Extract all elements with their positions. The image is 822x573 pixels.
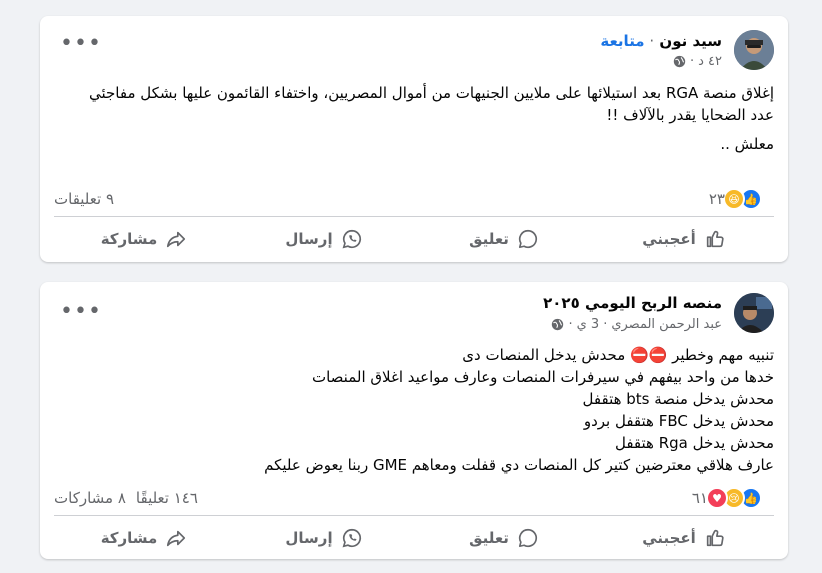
- comment-label: تعليق: [469, 529, 509, 547]
- post-card: منصه الربح اليومي ٢٠٢٥ عبد الرحمن المصري…: [40, 282, 788, 559]
- share-label: مشاركة: [100, 529, 158, 547]
- like-button[interactable]: أعجبني: [594, 516, 774, 560]
- reactions-count: ٦١: [691, 489, 708, 507]
- whatsapp-send-icon: [342, 229, 361, 249]
- share-label: مشاركة: [100, 230, 158, 248]
- reactions-summary[interactable]: 👍 😢 ♥ ٦١: [692, 487, 762, 509]
- post-line: محدش يدخل FBC هتقفل بردو: [583, 412, 774, 430]
- like-icon: [706, 529, 724, 547]
- comment-button[interactable]: تعليق: [414, 217, 594, 261]
- post-line: إغلاق منصة RGA بعد استيلائها على ملايين …: [88, 84, 774, 102]
- shares-count[interactable]: ٨ مشاركات: [54, 489, 126, 507]
- comment-icon: [518, 528, 537, 548]
- post-line: محدش يدخل Rga هتقفل: [614, 434, 774, 452]
- reactions-summary[interactable]: 👍 😆 ٢٣: [709, 188, 762, 210]
- like-label: أعجبني: [642, 529, 696, 547]
- post-line: محدش يدخل منصة bts هتقفل: [582, 390, 774, 408]
- post-stats: 👍 😢 ♥ ٦١ ١٤٦ تعليقًا ٨ مشاركات: [54, 487, 762, 509]
- send-button[interactable]: إرسال: [234, 516, 414, 560]
- globe-icon: [673, 55, 686, 68]
- share-icon: [167, 231, 186, 248]
- comment-button[interactable]: تعليق: [414, 516, 594, 560]
- comments-count[interactable]: ١٤٦ تعليقًا: [136, 489, 198, 507]
- send-label: إرسال: [285, 230, 333, 248]
- post-line: عارف هلاقي معترضين كتير كل المنصات دي قف…: [264, 456, 774, 474]
- post-header: سيد نون · متابعة: [600, 32, 722, 50]
- page-avatar[interactable]: [734, 293, 774, 333]
- post-line: معلش ..: [720, 135, 774, 153]
- author-name[interactable]: سيد نون: [659, 32, 722, 50]
- share-button[interactable]: مشاركة: [54, 217, 234, 261]
- comment-icon: [518, 229, 537, 249]
- comments-count[interactable]: ٩ تعليقات: [54, 190, 114, 208]
- separator-dot: ·: [689, 54, 695, 69]
- like-icon: [706, 230, 724, 248]
- post-time[interactable]: 3 ي: [577, 317, 600, 332]
- reactions-count: ٢٣: [708, 190, 725, 208]
- sub-author-name[interactable]: عبد الرحمن المصري: [611, 317, 722, 332]
- post-stats: 👍 😆 ٢٣ ٩ تعليقات: [54, 188, 762, 210]
- more-icon[interactable]: •••: [60, 301, 102, 323]
- globe-icon: [551, 318, 564, 331]
- separator-dot: ·: [644, 32, 655, 50]
- page-name[interactable]: منصه الربح اليومي ٢٠٢٥: [543, 294, 722, 312]
- separator-dot: ·: [603, 317, 608, 332]
- post-card: سيد نون · متابعة ٤٢ د · ••• إغلاق منصة R…: [40, 16, 788, 262]
- share-button[interactable]: مشاركة: [54, 516, 234, 560]
- action-bar: أعجبني تعليق إرسال مشاركة: [54, 516, 774, 560]
- post-line: خدها من واحد بيفهم في سيرفرات المنصات وع…: [311, 368, 774, 386]
- whatsapp-send-icon: [342, 528, 361, 548]
- like-label: أعجبني: [642, 230, 696, 248]
- love-reaction-icon: ♥: [706, 487, 728, 509]
- author-avatar[interactable]: [734, 30, 774, 70]
- post-body: تنبيه مهم وخطير ⛔⛔ محدش يدخل المنصات دى …: [80, 344, 774, 476]
- haha-reaction-icon: 😆: [723, 188, 745, 210]
- more-icon[interactable]: •••: [60, 33, 102, 55]
- separator-dot: ·: [568, 317, 573, 332]
- post-line: عدد الضحايا يقدر بالآلاف !!: [606, 106, 774, 124]
- comment-label: تعليق: [469, 230, 509, 248]
- like-button[interactable]: أعجبني: [594, 217, 774, 261]
- action-bar: أعجبني تعليق إرسال مشاركة: [54, 217, 774, 261]
- send-label: إرسال: [285, 529, 333, 547]
- post-meta: ٤٢ د ·: [673, 54, 722, 69]
- post-time[interactable]: ٤٢ د: [698, 54, 722, 69]
- post-meta: عبد الرحمن المصري · 3 ي ·: [551, 317, 722, 332]
- post-body: إغلاق منصة RGA بعد استيلائها على ملايين …: [80, 82, 774, 155]
- send-button[interactable]: إرسال: [234, 217, 414, 261]
- post-header: منصه الربح اليومي ٢٠٢٥: [543, 294, 722, 312]
- share-icon: [167, 530, 186, 547]
- follow-button[interactable]: متابعة: [600, 32, 644, 50]
- post-line: تنبيه مهم وخطير ⛔⛔ محدش يدخل المنصات دى: [462, 346, 774, 364]
